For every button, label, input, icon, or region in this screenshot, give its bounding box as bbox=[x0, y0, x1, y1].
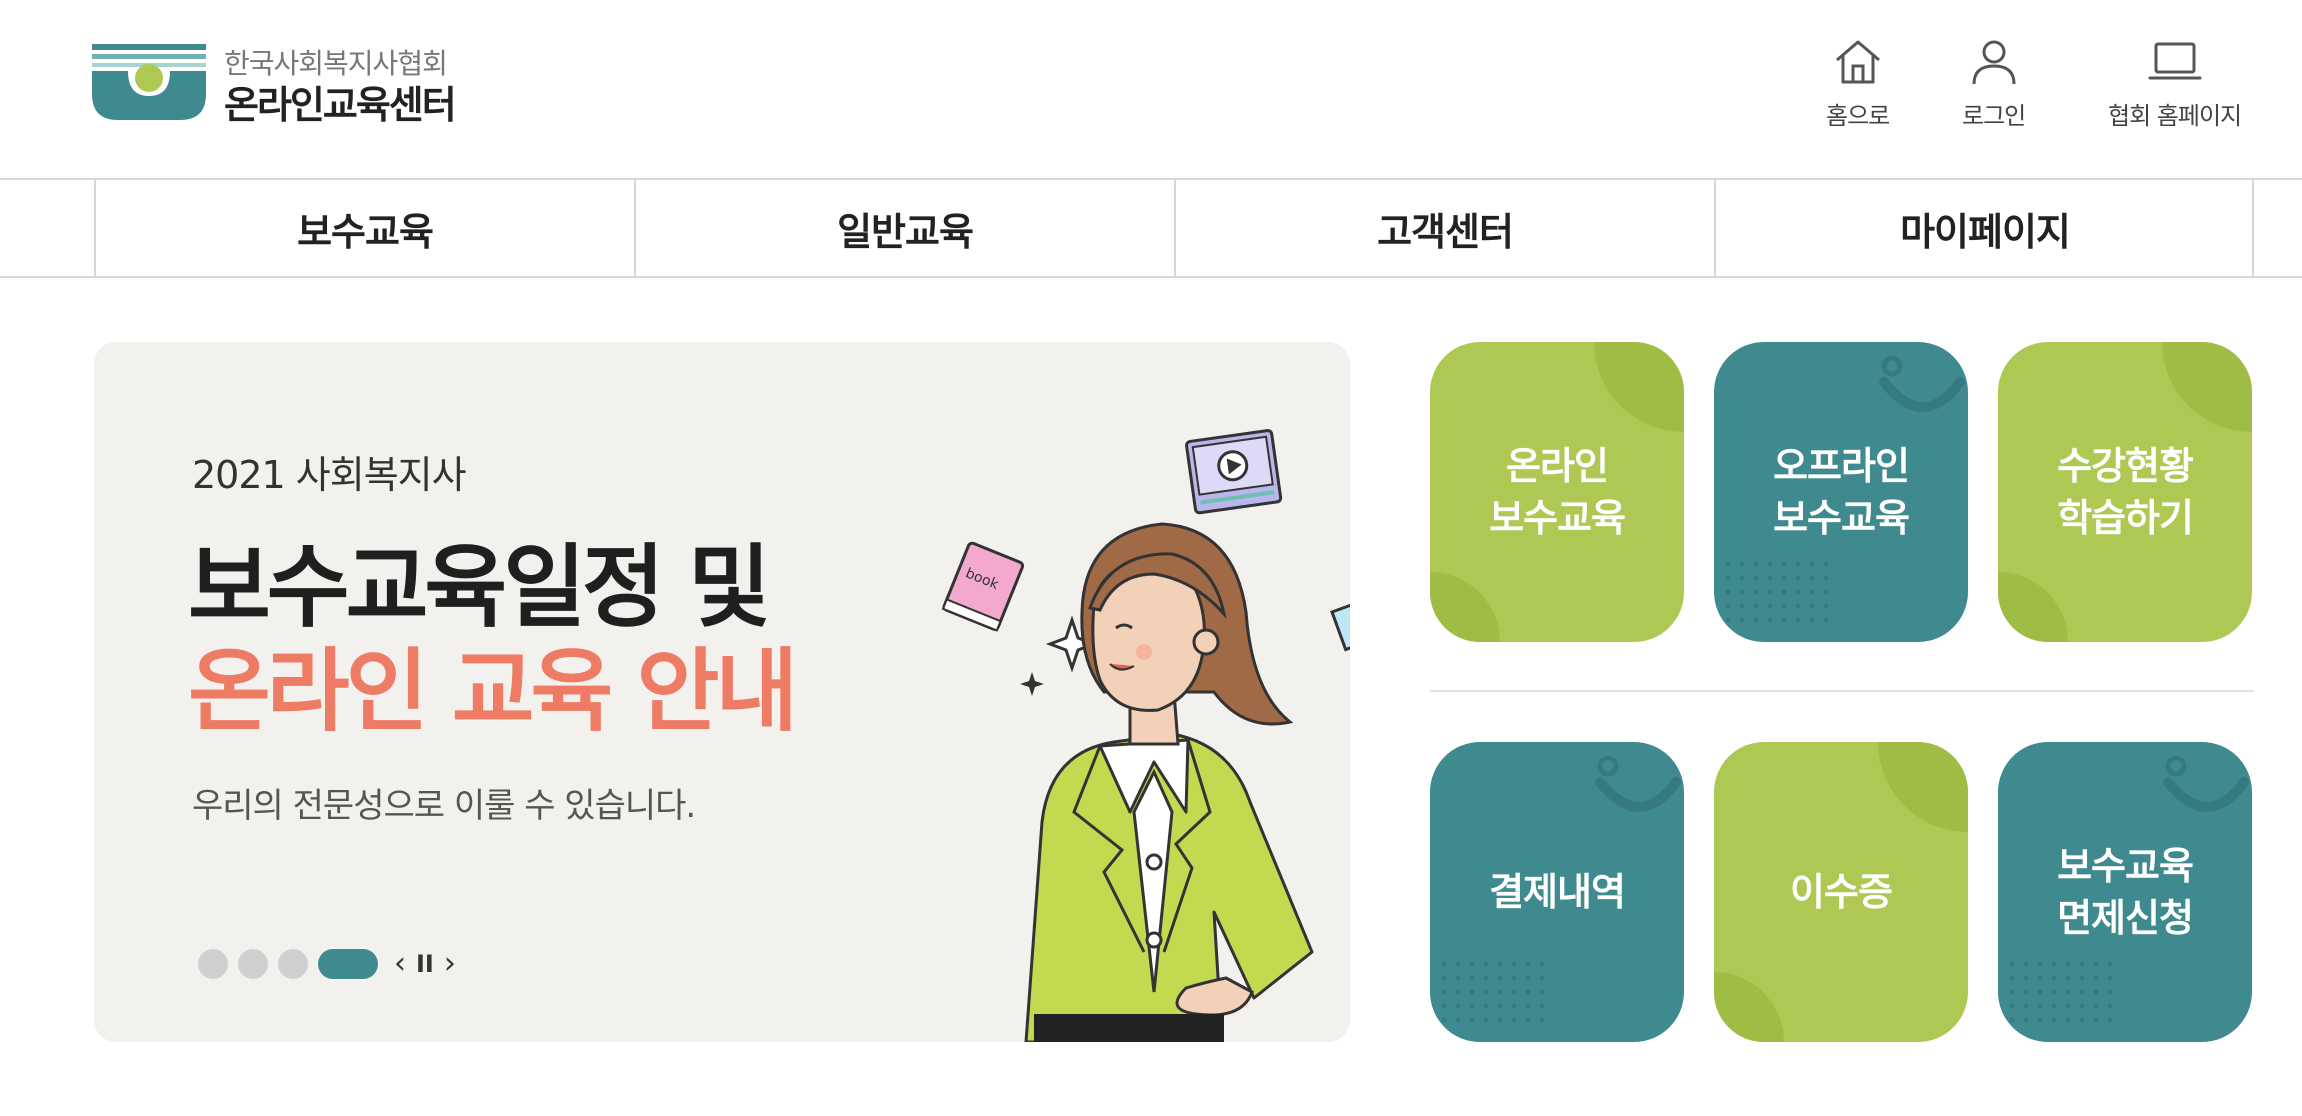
quick-tile-label: 온라인 보수교육 bbox=[1489, 444, 1626, 540]
nav-item-customer-center[interactable]: 고객센터 bbox=[1174, 180, 1714, 276]
main-nav: 보수교육 일반교육 고객센터 마이페이지 bbox=[0, 178, 2302, 278]
slide-dot[interactable] bbox=[278, 949, 308, 979]
logo-title: 온라인교육센터 bbox=[224, 83, 457, 127]
nav-item-continuing-education[interactable]: 보수교육 bbox=[94, 180, 634, 276]
home-link[interactable]: 홈으로 bbox=[1826, 38, 1890, 131]
quick-tile-label: 수강현황 학습하기 bbox=[2057, 444, 2194, 540]
note-icon bbox=[1330, 599, 1350, 652]
site-logo[interactable]: 한국사회복지사협회 온라인교육센터 bbox=[92, 40, 492, 127]
sparkle-icon bbox=[1020, 672, 1044, 696]
user-icon bbox=[1972, 40, 2016, 85]
quick-tile-certificate[interactable]: 이수증 bbox=[1714, 742, 1968, 1042]
quick-tile-payment-history[interactable]: 결제내역 bbox=[1430, 742, 1684, 1042]
quick-tile-online-education[interactable]: 온라인 보수교육 bbox=[1430, 342, 1684, 642]
home-icon bbox=[1835, 40, 1880, 84]
banner-headline-highlight: 온라인 교육 안내 bbox=[188, 639, 798, 744]
login-link[interactable]: 로그인 bbox=[1962, 38, 2026, 131]
quick-tile-label: 오프라인 보수교육 bbox=[1773, 444, 1910, 540]
quick-tile-exemption-request[interactable]: 보수교육 면제신청 bbox=[1998, 742, 2252, 1042]
banner-year-label: 2021 사회복지사 bbox=[192, 453, 467, 497]
quick-tile-label: 이수증 bbox=[1790, 870, 1893, 914]
nav-divider-end bbox=[2252, 180, 2254, 276]
quick-menu-divider bbox=[1430, 690, 2254, 692]
slide-dot[interactable] bbox=[238, 949, 268, 979]
quick-tile-label: 결제내역 bbox=[1489, 870, 1626, 914]
quick-tile-label: 보수교육 면제신청 bbox=[2057, 844, 2194, 940]
association-homepage-link[interactable]: 협회 홈페이지 bbox=[2108, 38, 2242, 131]
login-link-label: 로그인 bbox=[1962, 102, 2026, 130]
site-header: 한국사회복지사협회 온라인교육센터 홈으로 로그인 협회 홈페이지 bbox=[0, 0, 2302, 178]
main-banner[interactable]: 2021 사회복지사 보수교육일정 및 온라인 교육 안내 우리의 전문성으로 … bbox=[94, 342, 1350, 1042]
prev-slide-button[interactable]: ‹ bbox=[394, 949, 406, 979]
quick-tile-course-status[interactable]: 수강현황 학습하기 bbox=[1998, 342, 2252, 642]
home-link-label: 홈으로 bbox=[1826, 102, 1890, 130]
slide-dot[interactable] bbox=[198, 949, 228, 979]
teacher-illustration: book bbox=[941, 429, 1350, 1042]
next-slide-button[interactable]: › bbox=[444, 949, 456, 979]
book-icon: book bbox=[941, 541, 1025, 632]
pause-slide-button[interactable]: II bbox=[416, 949, 434, 979]
laptop-icon bbox=[2148, 42, 2202, 80]
slide-dot-active[interactable] bbox=[318, 949, 378, 979]
nav-item-general-education[interactable]: 일반교육 bbox=[634, 180, 1174, 276]
banner-subtext: 우리의 전문성으로 이룰 수 있습니다. bbox=[192, 786, 696, 826]
video-player-icon bbox=[1185, 429, 1283, 515]
quick-tile-offline-education[interactable]: 오프라인 보수교육 bbox=[1714, 342, 1968, 642]
association-homepage-label: 협회 홈페이지 bbox=[2108, 102, 2242, 130]
banner-pagination: ‹ II › bbox=[198, 948, 466, 980]
association-logo-icon bbox=[92, 44, 206, 120]
nav-item-my-page[interactable]: 마이페이지 bbox=[1714, 180, 2254, 276]
